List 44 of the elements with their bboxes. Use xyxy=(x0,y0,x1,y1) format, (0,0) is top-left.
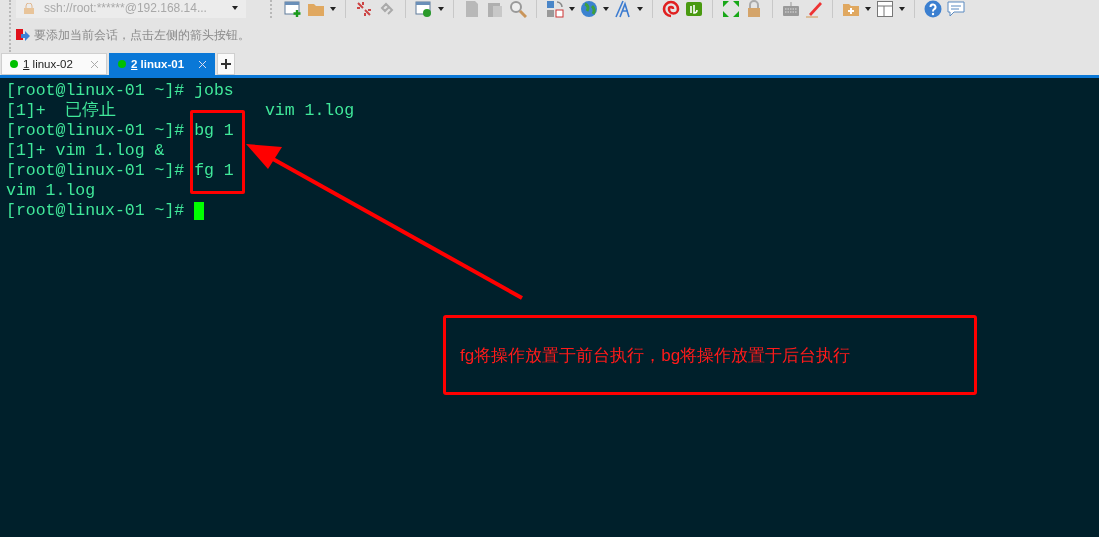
terminal-line: vim 1.log xyxy=(6,181,96,201)
session-tip: 要添加当前会话，点击左侧的箭头按钮。 xyxy=(34,28,250,43)
terminal-line: [root@linux-01 ~]# xyxy=(6,201,186,221)
expand-icon[interactable] xyxy=(722,0,740,18)
lock-icon[interactable] xyxy=(745,0,763,18)
callout-text: fg将操作放置于前台执行，bg将操作放置于后台执行 xyxy=(443,315,977,395)
session-tab[interactable]: 2 linux-01 xyxy=(109,53,215,75)
tab-label: 1 linux-02 xyxy=(23,58,73,70)
new-tab-button[interactable] xyxy=(217,53,235,75)
keyboard-icon[interactable] xyxy=(782,0,800,18)
terminal-line: [1]+ vim 1.log & xyxy=(6,141,165,161)
plus-icon xyxy=(221,59,231,69)
caret-icon[interactable] xyxy=(569,7,575,11)
tab-label: 2 linux-01 xyxy=(131,58,185,70)
caret-icon[interactable] xyxy=(899,7,905,11)
caret-icon[interactable] xyxy=(438,7,444,11)
layout-icon[interactable] xyxy=(876,0,894,18)
caret-icon[interactable] xyxy=(232,6,238,10)
address-text: ssh://root:******@192.168.14... xyxy=(44,1,208,15)
session-tab[interactable]: 1 linux-02 xyxy=(1,53,107,75)
chat-icon[interactable] xyxy=(947,0,965,18)
caret-icon[interactable] xyxy=(637,7,643,11)
terminal-line: [root@linux-01 ~]# jobs xyxy=(6,81,234,101)
pen-icon[interactable] xyxy=(805,0,823,18)
search-icon[interactable] xyxy=(509,0,527,18)
switch-icon[interactable] xyxy=(546,0,564,18)
close-icon[interactable] xyxy=(91,60,98,68)
arrow-flag-icon[interactable] xyxy=(16,28,30,43)
help-icon[interactable] xyxy=(924,0,942,18)
caret-icon[interactable] xyxy=(865,7,871,11)
terminal-line: [1]+ 已停止 vim 1.log xyxy=(6,101,355,121)
globe-icon[interactable] xyxy=(580,0,598,18)
text-cursor xyxy=(194,202,205,220)
caret-icon[interactable] xyxy=(330,7,336,11)
broken-link-icon[interactable] xyxy=(355,0,373,18)
font-icon[interactable] xyxy=(614,0,632,18)
lock-icon xyxy=(24,2,34,14)
terminal-line: [root@linux-01 ~]# fg 1 xyxy=(6,161,234,181)
terminal-line: [root@linux-01 ~]# bg 1 xyxy=(6,121,234,141)
app-icon[interactable] xyxy=(685,0,703,18)
swirl-icon[interactable] xyxy=(662,0,680,18)
new-window-icon[interactable] xyxy=(284,0,302,18)
caret-icon[interactable] xyxy=(603,7,609,11)
clipboard-icon[interactable] xyxy=(486,0,504,18)
